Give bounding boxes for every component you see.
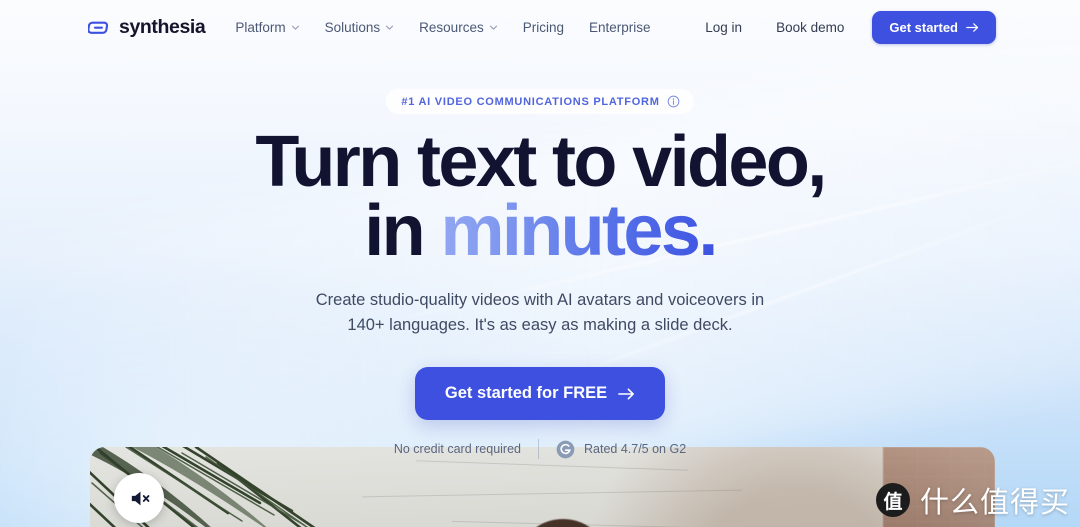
platform-badge-label: #1 AI VIDEO COMMUNICATIONS PLATFORM [401,95,660,108]
nav-item-platform[interactable]: Platform [235,20,299,35]
nav-item-label: Platform [235,20,286,35]
main-navbar: synthesia Platform Solutions Resources P… [0,0,1080,55]
nav-actions: Log in Book demo Get started [688,11,996,44]
info-circle-icon[interactable] [667,95,680,108]
brand-name: synthesia [119,16,206,38]
headline-line-2-plain: in [364,191,441,272]
speaker-muted-icon [131,491,149,505]
arrow-right-icon [618,388,635,400]
nav-item-enterprise[interactable]: Enterprise [589,20,651,35]
watermark-text: 什么值得买 [919,485,1070,519]
get-started-free-button[interactable]: Get started for FREE [414,367,666,421]
nav-item-label: Enterprise [588,20,651,35]
cta-label: Get started for FREE [444,384,608,403]
headline-line-2: in minutes. [0,195,1080,267]
hero-cta-wrapper: Get started for FREE [0,367,1080,421]
nav-item-label: Pricing [522,20,564,35]
nav-item-solutions[interactable]: Solutions [325,20,395,35]
brand-logo[interactable]: synthesia [88,16,206,39]
chevron-down-icon [386,25,394,30]
login-link[interactable]: Log in [688,20,759,35]
nav-item-pricing[interactable]: Pricing [523,20,564,35]
arrow-right-icon [966,23,979,32]
platform-badge[interactable]: #1 AI VIDEO COMMUNICATIONS PLATFORM [386,89,694,114]
subheading-line-2: 140+ languages. It's as easy as making a… [347,315,733,334]
nav-item-label: Resources [419,20,484,35]
nav-links: Platform Solutions Resources Pricing Ent… [235,20,650,35]
g2-rating-text: Rated 4.7/5 on G2 [584,442,687,457]
g2-logo-icon [556,440,575,458]
chevron-down-icon [291,25,299,30]
g2-rating[interactable]: Rated 4.7/5 on G2 [556,440,686,459]
get-started-button[interactable]: Get started [872,11,996,44]
trust-row: No credit card required Rated 4.7/5 on G… [0,439,1080,460]
chevron-down-icon [489,25,497,30]
book-demo-link[interactable]: Book demo [759,20,861,35]
nav-item-label: Solutions [324,20,381,35]
nav-item-resources[interactable]: Resources [419,20,498,35]
watermark-badge: 值 [875,483,910,517]
site-watermark: 值 什么值得买 [875,479,1070,521]
subheading-line-1: Create studio-quality videos with AI ava… [315,291,765,310]
mute-toggle-button[interactable] [114,473,164,523]
get-started-label: Get started [889,20,958,35]
no-credit-card-text: No credit card required [393,442,521,457]
headline-line-2-gradient: minutes. [440,191,718,272]
hero-headline: Turn text to video, in minutes. [0,126,1080,267]
trust-divider [538,439,539,460]
headline-line-1: Turn text to video, [255,122,827,202]
hero-section: #1 AI VIDEO COMMUNICATIONS PLATFORM Turn… [0,55,1080,460]
hero-subheading: Create studio-quality videos with AI ava… [0,288,1080,337]
synthesia-logo-icon [88,21,109,34]
